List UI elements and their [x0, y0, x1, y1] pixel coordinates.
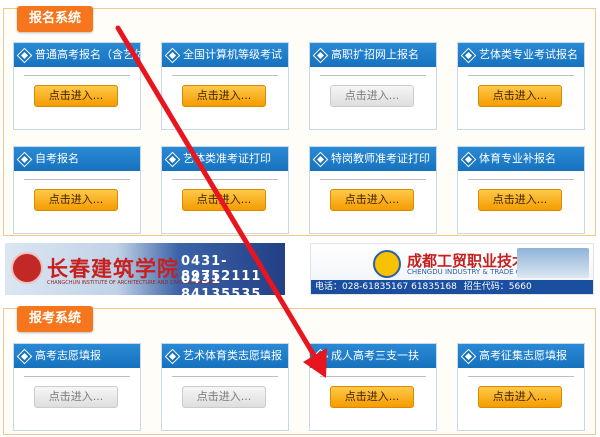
enter-button[interactable]: 点击进入...: [34, 189, 118, 211]
card-title: 全国计算机等级考试: [183, 48, 282, 61]
card-title: 成人高考三支一扶: [331, 349, 419, 362]
diamond-icon: [18, 152, 31, 166]
card-art-sports-registration: 艺体类专业考试报名 点击进入...: [457, 42, 585, 130]
enter-button[interactable]: 点击进入...: [330, 85, 414, 107]
diamond-icon: [314, 152, 327, 166]
enter-button[interactable]: 点击进入...: [330, 386, 414, 408]
diamond-icon: [166, 152, 179, 166]
card-gaokao-preference: 高考志愿填报 点击进入...: [13, 343, 141, 431]
divider: [172, 376, 278, 377]
page-root: 报名系统 普通高考报名（含艺体） 点击进入... 全国计算机等级考试 点击进入.…: [0, 0, 600, 437]
card-art-sports-preference: 艺术体育类志愿填报 点击进入...: [161, 343, 289, 431]
card-title: 普通高考报名（含艺体）: [35, 48, 140, 61]
card-art-admission-ticket: 艺体类准考证打印 点击进入...: [161, 146, 289, 234]
enter-button[interactable]: 点击进入...: [478, 189, 562, 211]
card-teacher-admission-ticket: 特岗教师准考证打印 点击进入...: [309, 146, 437, 234]
card-title: 艺术体育类志愿填报: [183, 349, 282, 362]
banner-school-name: 长春建筑学院: [47, 256, 179, 281]
diamond-icon: [314, 48, 327, 62]
chengdu-ad-banner[interactable]: 成都工贸职业技术学院 CHENGDU INDUSTRY & TRADE COLL…: [310, 243, 594, 295]
diamond-icon: [18, 349, 31, 363]
card-title: 自考报名: [35, 152, 79, 165]
divider: [320, 75, 426, 76]
banner-contact-strip: 电话：028-61835167 61835168 招生代码：5660: [311, 280, 593, 294]
card-title: 艺体类准考证打印: [183, 152, 271, 165]
banner-phone: 0431-84135535: [181, 272, 262, 295]
card-sports-supplementary-registration: 体育专业补报名 点击进入...: [457, 146, 585, 234]
card-title: 特岗教师准考证打印: [331, 152, 430, 165]
changchun-ad-banner[interactable]: 长春建筑学院 CHANGCHUN INSTITUTE OF ARCHITECTU…: [5, 243, 285, 295]
enter-button[interactable]: 点击进入...: [182, 386, 266, 408]
card-self-study-registration: 自考报名 点击进入...: [13, 146, 141, 234]
divider: [320, 179, 426, 180]
campus-building-image: [517, 248, 589, 278]
enter-button[interactable]: 点击进入...: [34, 85, 118, 107]
card-regular-exam-registration: 普通高考报名（含艺体） 点击进入...: [13, 42, 141, 130]
enter-button[interactable]: 点击进入...: [182, 85, 266, 107]
divider: [320, 376, 426, 377]
banner-contact-phone: 电话：028-61835167 61835168: [315, 282, 457, 292]
diamond-icon: [462, 48, 475, 62]
card-title: 艺体类专业考试报名: [479, 48, 578, 61]
divider: [172, 179, 278, 180]
diamond-icon: [18, 48, 31, 62]
registration-section-title: 报名系统: [17, 6, 94, 32]
card-title: 高职扩招网上报名: [331, 48, 419, 61]
school-seal-icon: [11, 252, 43, 284]
diamond-icon: [166, 48, 179, 62]
diamond-icon: [462, 349, 475, 363]
card-vocational-enrollment: 高职扩招网上报名 点击进入...: [309, 42, 437, 130]
enter-button[interactable]: 点击进入...: [478, 386, 562, 408]
divider: [468, 179, 574, 180]
enter-button[interactable]: 点击进入...: [478, 85, 562, 107]
card-title: 体育专业补报名: [479, 152, 556, 165]
divider: [24, 179, 130, 180]
card-computer-rank-exam: 全国计算机等级考试 点击进入...: [161, 42, 289, 130]
diamond-icon: [314, 349, 327, 363]
college-logo-icon: [373, 250, 401, 278]
application-section-title: 报考系统: [17, 306, 94, 332]
enter-button[interactable]: 点击进入...: [34, 386, 118, 408]
card-title: 高考志愿填报: [35, 349, 101, 362]
card-adult-gaokao-three-supports: 成人高考三支一扶 点击进入...: [309, 343, 437, 431]
diamond-icon: [462, 152, 475, 166]
enter-button[interactable]: 点击进入...: [182, 189, 266, 211]
card-gaokao-solicitation-preference: 高考征集志愿填报 点击进入...: [457, 343, 585, 431]
enter-button[interactable]: 点击进入...: [330, 189, 414, 211]
divider: [468, 75, 574, 76]
diamond-icon: [166, 349, 179, 363]
divider: [24, 376, 130, 377]
banner-enroll-code: 招生代码：5660: [463, 282, 532, 292]
divider: [468, 376, 574, 377]
card-title: 高考征集志愿填报: [479, 349, 567, 362]
divider: [24, 75, 130, 76]
divider: [172, 75, 278, 76]
